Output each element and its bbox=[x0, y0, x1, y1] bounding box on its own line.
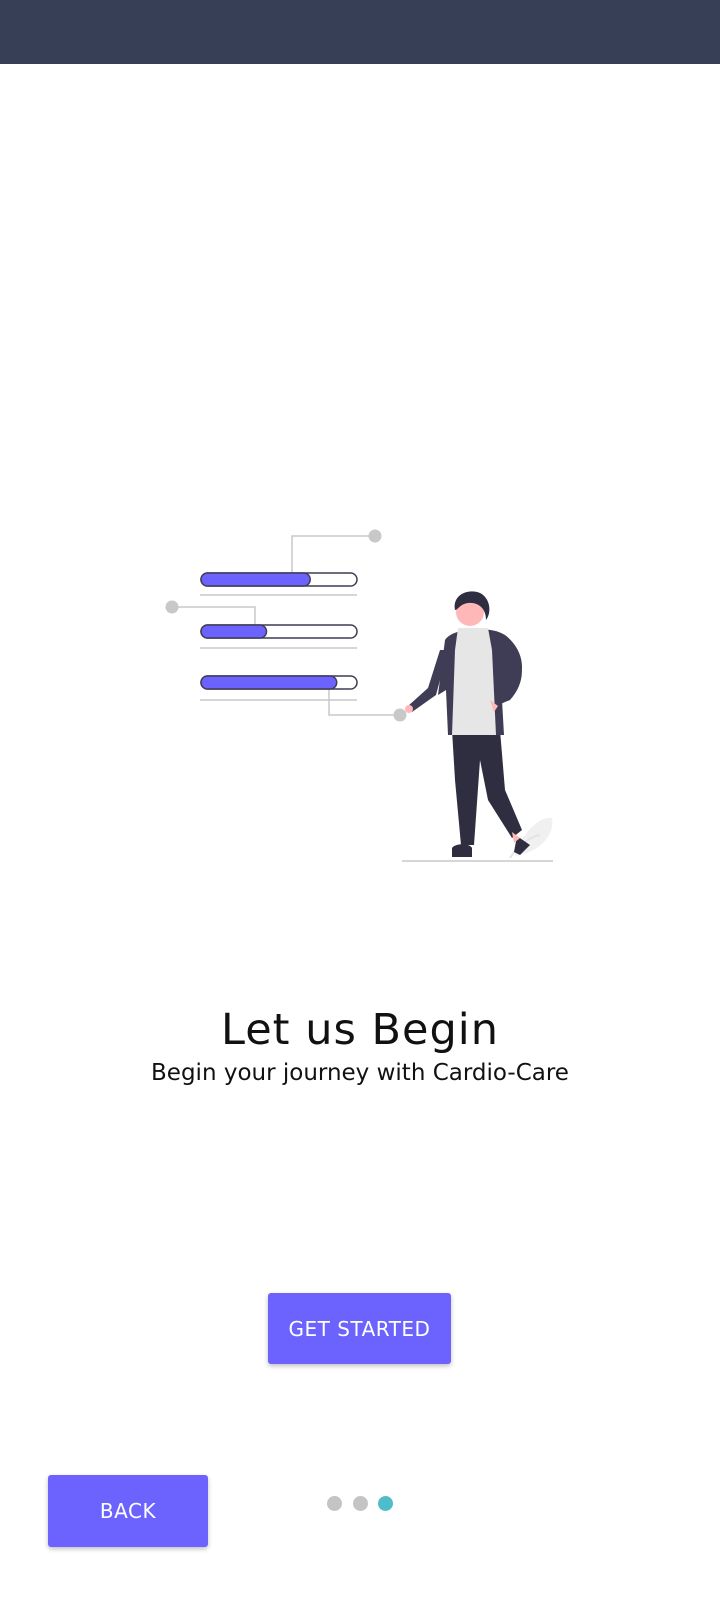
progress-bar-fill bbox=[200, 675, 338, 690]
pagination-dot[interactable] bbox=[327, 1495, 342, 1511]
progress-bar-fill bbox=[200, 572, 311, 587]
page-title: Let us Begin bbox=[221, 1005, 499, 1055]
back-button[interactable]: BACK bbox=[48, 1475, 208, 1547]
page-subtitle: Begin your journey with Cardio-Care bbox=[151, 1060, 569, 1086]
get-started-button[interactable]: GET STARTED bbox=[268, 1293, 451, 1364]
progress-bar-fill bbox=[200, 624, 268, 639]
status-bar bbox=[0, 0, 720, 64]
pagination-dot[interactable] bbox=[352, 1495, 368, 1511]
progress-bars bbox=[200, 572, 358, 690]
person-figure bbox=[405, 591, 553, 859]
pagination-dots bbox=[327, 1495, 393, 1511]
pagination-dot-active[interactable] bbox=[378, 1495, 393, 1511]
